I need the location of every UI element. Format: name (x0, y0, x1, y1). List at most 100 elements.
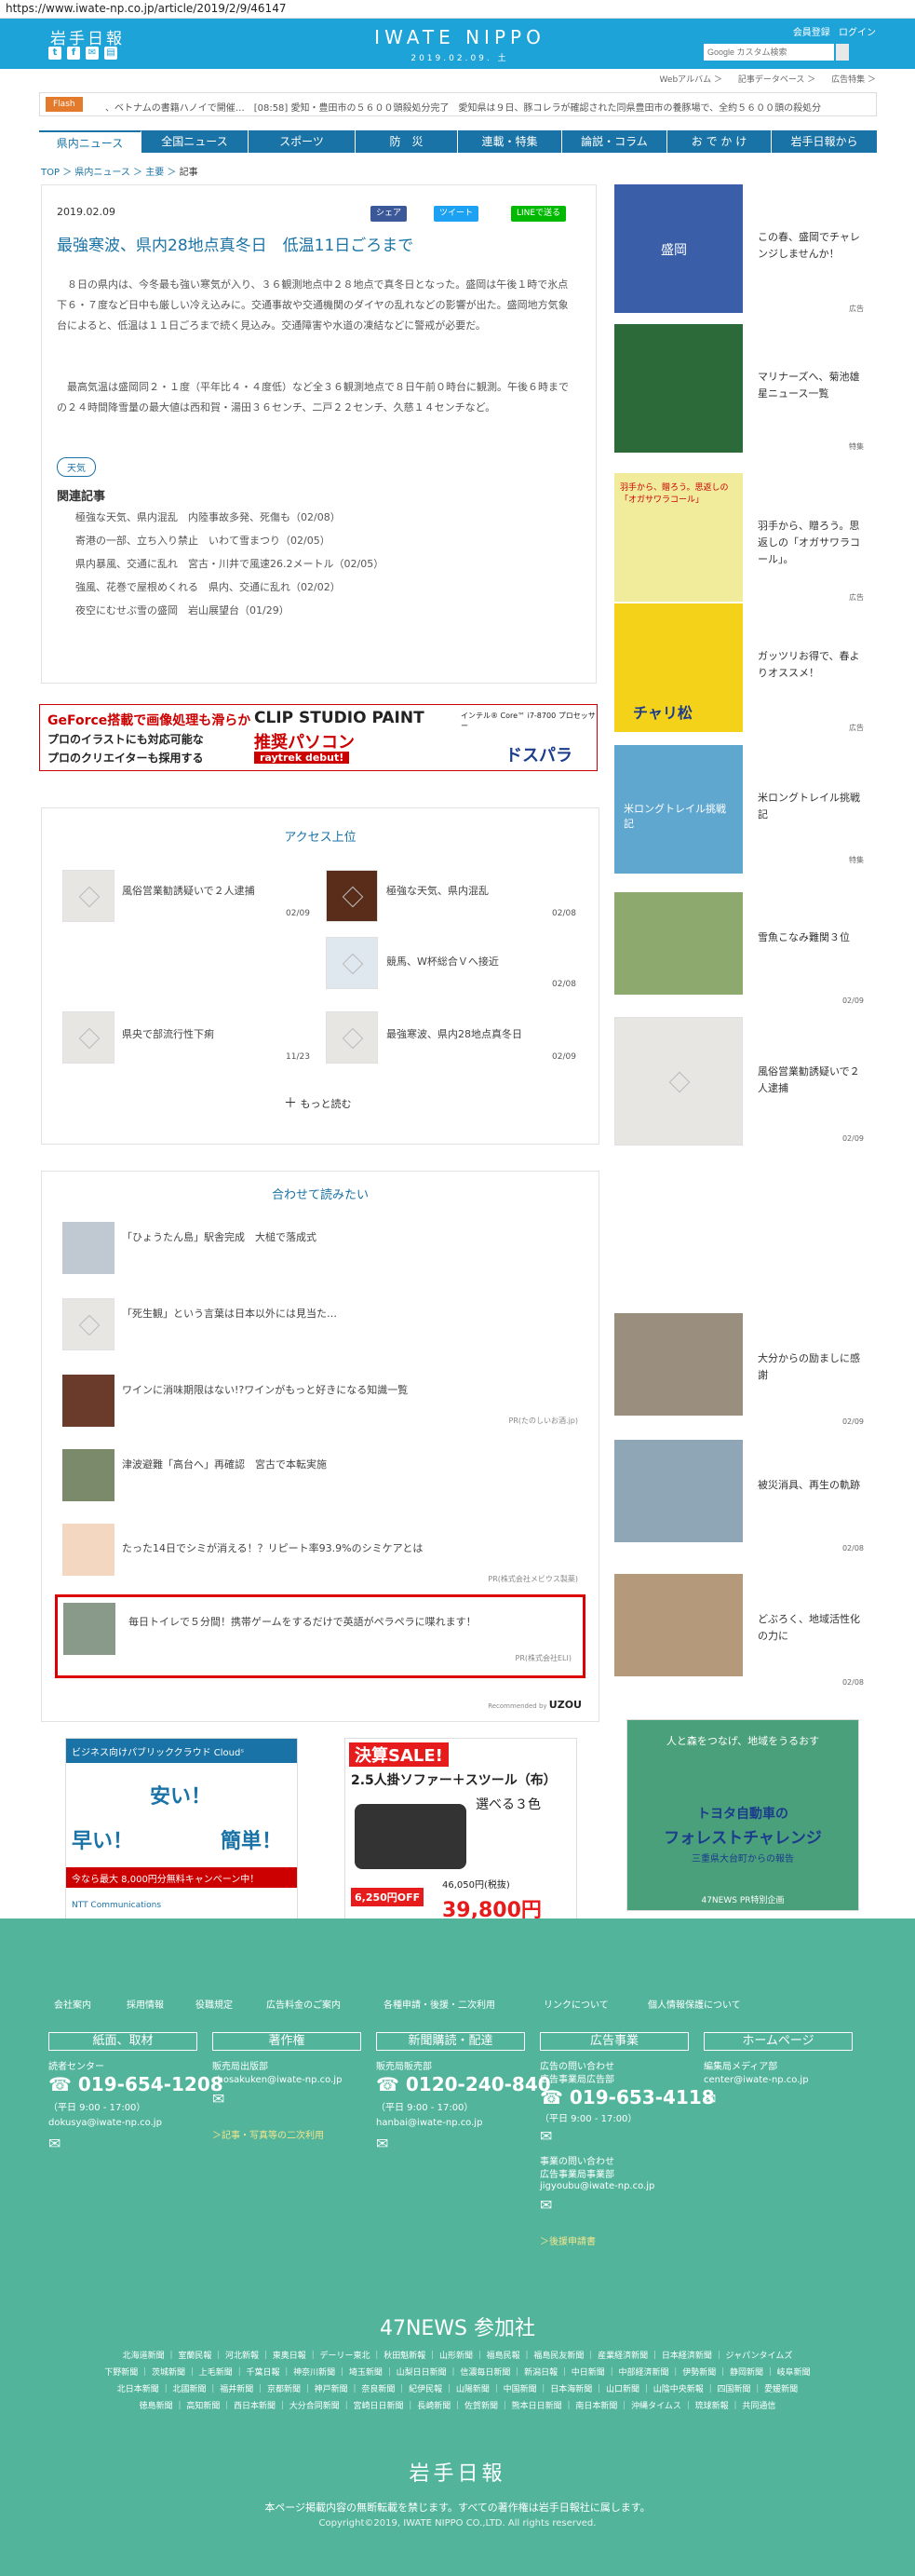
url-bar[interactable]: https://www.iwate-np.co.jp/article/2019/… (0, 0, 915, 19)
mail-icon[interactable]: ✉ (376, 2135, 388, 2152)
thumbnail[interactable] (326, 937, 378, 989)
footer-link[interactable]: 個人情報保護について (648, 1997, 741, 2011)
thumbnail[interactable] (326, 870, 378, 922)
ad-text: 2.5人掛ソファー＋スツール（布） (351, 1773, 557, 1788)
nav-national-news[interactable]: 全国ニュース (141, 130, 249, 153)
email-link[interactable]: hanbai@iwate-np.co.jp (376, 2118, 482, 2128)
ranking-link[interactable]: 最強寒波、県内28地点真冬日 (386, 1026, 522, 1041)
ranking-link[interactable]: 極強な天気、県内混乱 (386, 883, 489, 898)
partner-list[interactable]: 徳島新聞 ｜ 高知新聞 ｜ 西日本新聞 ｜ 大分合同新聞 ｜ 宮崎日日新聞 ｜ … (56, 2399, 859, 2411)
nav-outing[interactable]: お で か け (667, 130, 772, 153)
nav-features[interactable]: 連載・特集 (458, 130, 562, 153)
ranking-link[interactable]: 県央で部流行性下痢 (122, 1026, 214, 1041)
related-link[interactable]: 極強な天気、県内混乱 内陸事故多発、死傷も（02/08） (75, 509, 341, 524)
related-link[interactable]: 夜空にむせぶ雪の盛岡 岩山展望台（01/29） (75, 603, 289, 617)
footer-logo[interactable]: 岩手日報 (0, 2457, 915, 2487)
recommend-image[interactable] (62, 1449, 114, 1501)
recommend-image[interactable] (62, 1375, 114, 1427)
site-logo[interactable]: 岩手日報 (50, 25, 125, 48)
email-link[interactable]: center@iwate-np.co.jp (704, 2075, 809, 2085)
line-share-button[interactable]: LINEで送る (511, 206, 567, 222)
ad-text: 選べる３色 (476, 1797, 541, 1812)
nav-columns[interactable]: 論説・コラム (562, 130, 667, 153)
recommend-link[interactable]: 「ひょうたん島」駅舎完成 大槌で落成式 (122, 1229, 316, 1244)
read-more-button[interactable]: ＋ もっと読む (284, 1093, 352, 1112)
email-link[interactable]: jigyoubu@iwate-np.co.jp (540, 2181, 654, 2191)
footer-link[interactable]: リンクについて (544, 1997, 609, 2011)
partner-list[interactable]: 北日本新聞 ｜ 北國新聞 ｜ 福井新聞 ｜ 京都新聞 ｜ 神戸新聞 ｜ 奈良新聞… (56, 2382, 859, 2394)
twitter-icon[interactable]: t (48, 47, 61, 60)
sidebar-title: 被災消具、再生の軌跡 (758, 1479, 860, 1491)
mail-icon[interactable]: ✉ (86, 47, 99, 60)
nav-sports[interactable]: スポーツ (249, 130, 356, 153)
footer-link[interactable]: 会社案内 (54, 1997, 91, 2011)
ad-text: 6,250円OFF (351, 1888, 424, 1906)
related-link[interactable]: 強風、花巻で屋根めくれる 県内、交通に乱れ（02/02） (75, 579, 341, 594)
partner-list[interactable]: 北海道新聞 ｜ 室蘭民報 ｜ 河北新報 ｜ 東奥日報 ｜ デーリー東北 ｜ 秋田… (56, 2349, 859, 2361)
footer-accent-link[interactable]: ＞後援申請書 (540, 2233, 596, 2247)
email-link[interactable]: dokusya@iwate-np.co.jp (48, 2118, 162, 2128)
breadcrumb-prefecture[interactable]: 県内ニュース (74, 168, 130, 178)
phone-number[interactable]: ☎ 019-654-1208 (48, 2073, 223, 2095)
footer-link[interactable]: 役職規定 (195, 1997, 233, 2011)
recommend-link[interactable]: ワインに消味期限はない!?ワインがもっと好きになる知識一覧 (122, 1382, 408, 1397)
mail-icon[interactable]: ✉ (540, 2196, 552, 2214)
phone-number[interactable]: ☎ 019-653-4118 (540, 2086, 715, 2108)
footer-heading[interactable]: 紙面、取材 (48, 2032, 197, 2051)
phone-number[interactable]: ☎ 0120-240-840 (376, 2073, 551, 2095)
tag-weather[interactable]: 天気 (57, 457, 96, 477)
flash-text[interactable]: 、ベトナムの書籍ハノイで開催… [08:58] 愛知・豊田市の５６００頭殺処分完… (105, 100, 868, 114)
footer-heading[interactable]: 広告事業 (540, 2032, 689, 2051)
ad-feature-link[interactable]: 広告特集 ＞ (831, 75, 876, 85)
facebook-share-button[interactable]: シェア (370, 206, 408, 222)
register-link[interactable]: 会員登録 (793, 28, 830, 38)
banner-ad[interactable]: GeForce搭載で画像処理も滑らか プロのイラストにも対応可能な プロのクリエ… (39, 704, 598, 771)
related-link[interactable]: 寄港の一部、立ち入り禁止 いわて雪まつり（02/05） (75, 533, 330, 548)
sofa-ad[interactable]: 決算SALE! 2.5人掛ソファー＋スツール（布） 選べる３色 6,250円OF… (344, 1738, 577, 1932)
nav-prefecture-news[interactable]: 県内ニュース (39, 130, 141, 153)
toyota-ad[interactable]: 人と森をつなげ、地域をうるおす トヨタ自動車の フォレストチャレンジ 三重県大台… (626, 1719, 859, 1911)
partner-list[interactable]: 下野新聞 ｜ 茨城新聞 ｜ 上毛新聞 ｜ 千葉日報 ｜ 神奈川新聞 ｜ 埼玉新聞… (56, 2366, 859, 2378)
related-link[interactable]: 県内暴風、交通に乱れ 宮古・川井で風速26.2メートル（02/05） (75, 556, 383, 571)
footer-accent-link[interactable]: ＞記事・写真等の二次利用 (212, 2127, 324, 2141)
breadcrumb-main[interactable]: 主要 (145, 168, 164, 178)
search-button[interactable] (836, 44, 849, 61)
mail-icon[interactable]: ✉ (540, 2127, 552, 2145)
footer-heading[interactable]: 著作権 (212, 2032, 361, 2051)
print-icon[interactable]: ▤ (104, 47, 117, 60)
thumbnail[interactable] (62, 1011, 114, 1064)
thumbnail[interactable] (62, 870, 114, 922)
recommend-link[interactable]: 毎日トイレで５分間！携帯ゲームをするだけで英語がペラペラに喋れます！ (128, 1614, 477, 1629)
recommend-link[interactable]: 「死生観」という言葉は日本以外には見当た… (122, 1306, 337, 1321)
sub-links: Webアルバム ＞ 記事データベース ＞ 広告特集 ＞ (647, 73, 876, 85)
facebook-icon[interactable]: f (67, 47, 80, 60)
email-link[interactable]: chosakuken@iwate-np.co.jp (212, 2075, 342, 2085)
footer-link[interactable]: 広告料金のご案内 (266, 1997, 341, 2011)
thumbnail[interactable] (326, 1011, 378, 1064)
recommend-image[interactable] (62, 1298, 114, 1350)
recommend-link[interactable]: たった14日でシミが消える！？リピート率93.9%のシミケアとは (122, 1540, 423, 1555)
cloud-ad[interactable]: ビジネス向けパブリッククラウド Cloudˢ 安い！ 早い！ 簡単！ 今なら最大… (65, 1738, 298, 1932)
nav-from-nippo[interactable]: 岩手日報から (772, 130, 877, 153)
recommend-image[interactable] (62, 1524, 114, 1576)
mail-icon[interactable]: ✉ (212, 2090, 224, 2108)
tweet-button[interactable]: ツイート (434, 206, 479, 222)
search-input[interactable] (704, 44, 834, 61)
brand-name[interactable]: IWATE NIPPO (367, 26, 553, 48)
album-link[interactable]: Webアルバム ＞ (660, 75, 722, 85)
mail-icon[interactable]: ✉ (48, 2135, 61, 2152)
recommend-link[interactable]: 津波避難「高台へ」再確認 宮古で本転実施 (122, 1457, 327, 1471)
highlighted-recommendation[interactable]: 毎日トイレで５分間！携帯ゲームをするだけで英語がペラペラに喋れます！ PR(株式… (55, 1594, 585, 1678)
footer-heading[interactable]: 新聞購読・配達 (376, 2032, 525, 2051)
footer-heading[interactable]: ホームページ (704, 2032, 853, 2051)
footer-link[interactable]: 各種申請・後援・二次利用 (383, 1997, 495, 2011)
nav-disaster[interactable]: 防 災 (356, 130, 458, 153)
breadcrumb-top[interactable]: TOP (41, 168, 60, 178)
ranking-link[interactable]: 競馬、W杯総合Ｖへ接近 (386, 954, 499, 969)
ranking-link[interactable]: 風俗営業勧誘疑いで２人逮捕 (122, 883, 255, 898)
mail-icon[interactable]: ✉ (704, 2090, 716, 2108)
footer-link[interactable]: 採用情報 (127, 1997, 164, 2011)
database-link[interactable]: 記事データベース ＞ (738, 75, 815, 85)
login-link[interactable]: ログイン (839, 28, 876, 38)
recommend-image[interactable] (62, 1222, 114, 1274)
